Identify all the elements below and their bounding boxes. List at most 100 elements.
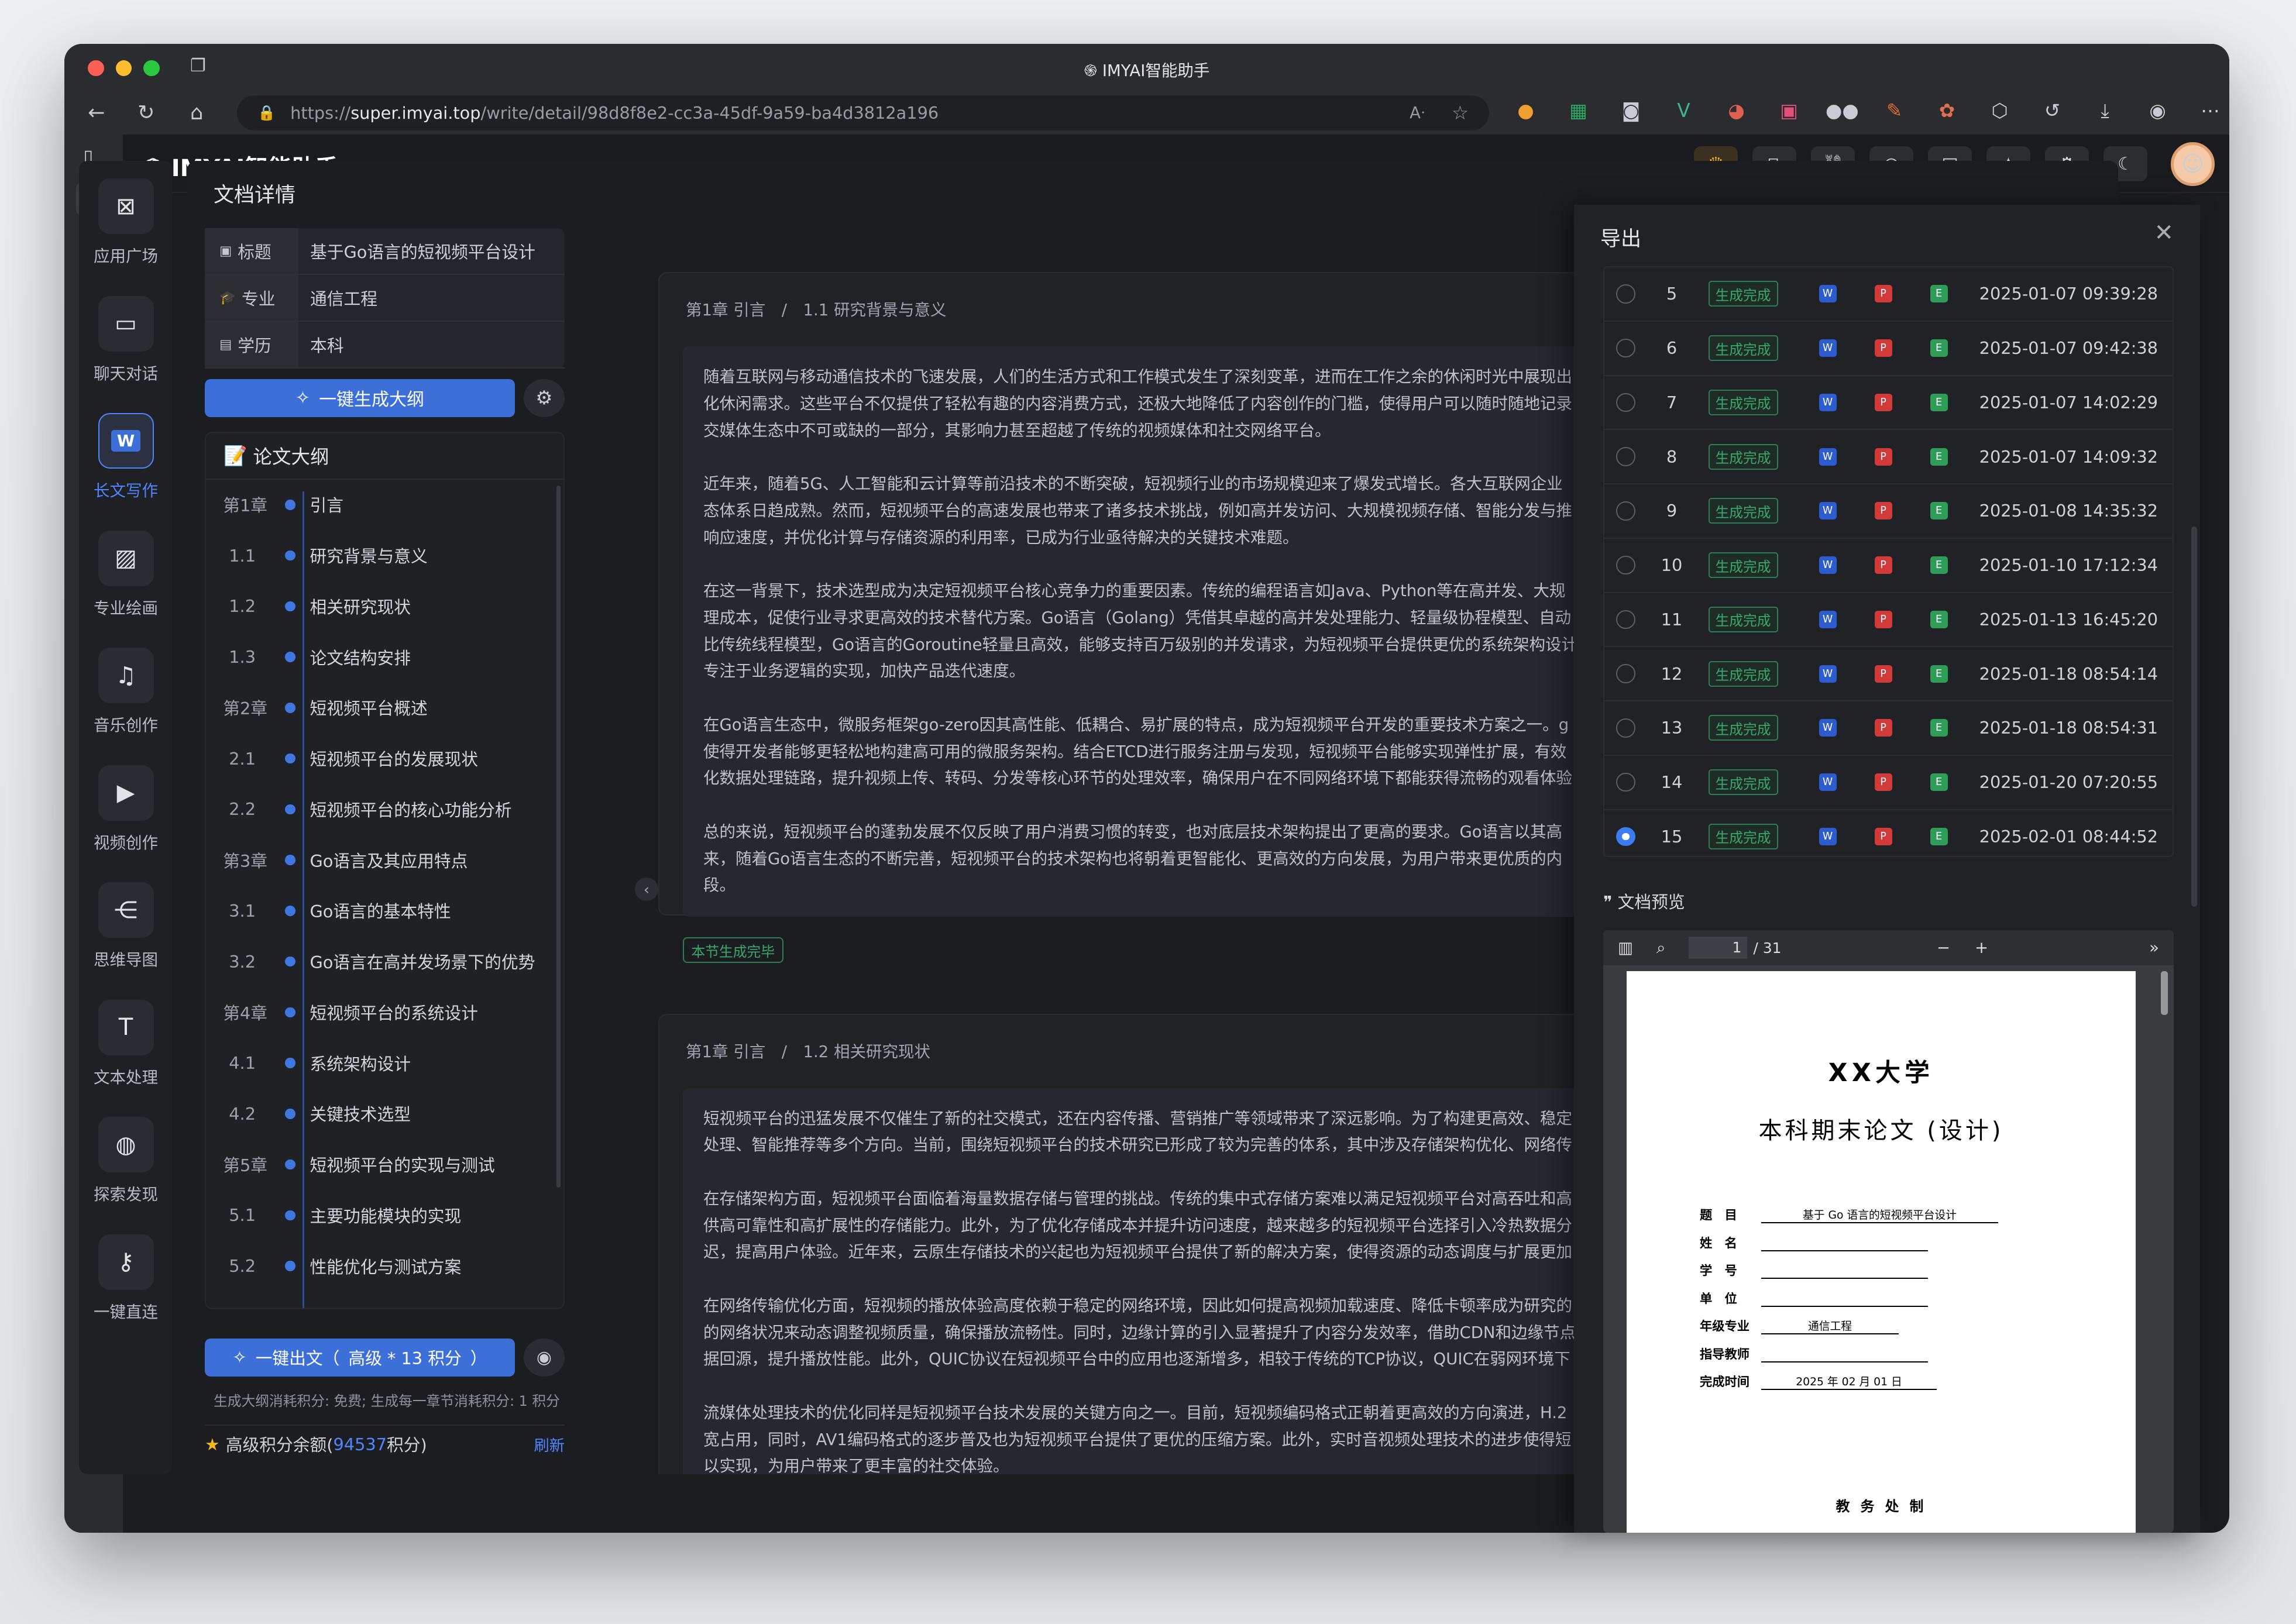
outline-item[interactable]: 3.2 Go语言在高并发场景下的优势 xyxy=(206,936,563,987)
outline-item[interactable]: 第1章 引言 xyxy=(206,480,563,531)
pdf-export-icon[interactable]: P xyxy=(1874,719,1892,737)
word-export-icon[interactable]: W xyxy=(1819,719,1837,737)
word-export-icon[interactable]: W xyxy=(1819,773,1837,792)
select-radio[interactable] xyxy=(1616,338,1635,358)
outline-item[interactable]: 第5章 短视频平台的实现与测试 xyxy=(206,1139,563,1190)
outline-item[interactable]: 2.1 短视频平台的发展现状 xyxy=(206,733,563,784)
select-radio[interactable] xyxy=(1616,827,1635,847)
pdf-export-icon[interactable]: P xyxy=(1874,502,1892,520)
extension-icon[interactable]: ◕ xyxy=(1720,99,1752,122)
extension-icon[interactable]: ● xyxy=(1510,99,1542,122)
page-number-input[interactable]: 1 xyxy=(1689,937,1748,959)
excel-export-icon[interactable]: E xyxy=(1930,339,1948,357)
excel-export-icon[interactable]: E xyxy=(1930,448,1948,466)
word-export-icon[interactable]: W xyxy=(1819,610,1837,628)
select-radio[interactable] xyxy=(1616,772,1635,792)
outline-item[interactable]: 第3章 Go语言及其应用特点 xyxy=(206,835,563,886)
drawer-scrollbar[interactable] xyxy=(2191,527,2197,907)
extension-icon[interactable]: V xyxy=(1668,99,1700,122)
word-export-icon[interactable]: W xyxy=(1819,285,1837,303)
extension-icon[interactable]: ◙ xyxy=(1615,99,1647,122)
outline-item[interactable]: 第4章 短视频平台的系统设计 xyxy=(206,987,563,1038)
select-radio[interactable] xyxy=(1616,664,1635,683)
select-radio[interactable] xyxy=(1616,555,1635,575)
select-radio[interactable] xyxy=(1616,447,1635,466)
more-icon[interactable]: ⋯ xyxy=(2194,99,2226,122)
excel-export-icon[interactable]: E xyxy=(1930,719,1948,737)
home-icon[interactable]: ⌂ xyxy=(190,101,203,125)
select-radio[interactable] xyxy=(1616,610,1635,629)
outline-settings-button[interactable]: ⚙ xyxy=(524,379,565,417)
nav-item-chat[interactable]: ▭ 聊天对话 xyxy=(79,295,173,384)
extension-icon[interactable]: ▦ xyxy=(1562,99,1594,122)
section-content[interactable]: 短视频平台的迅猛发展不仅催生了新的社交模式，还在内容传播、营销推广等领域带来了深… xyxy=(683,1088,1590,1474)
excel-export-icon[interactable]: E xyxy=(1930,393,1948,411)
word-export-icon[interactable]: W xyxy=(1819,502,1837,520)
outline-item[interactable]: 第2章 短视频平台概述 xyxy=(206,683,563,734)
nav-item-planet[interactable]: ◍ 探索发现 xyxy=(79,1117,173,1205)
read-aloud-icon[interactable]: Aᐧ xyxy=(1410,104,1425,122)
pdf-export-icon[interactable]: P xyxy=(1874,393,1892,411)
outline-item[interactable]: 4.1 系统架构设计 xyxy=(206,1038,563,1089)
favorite-star-icon[interactable]: ☆ xyxy=(1452,102,1469,124)
extension-icon[interactable]: ●● xyxy=(1826,99,1859,122)
collapse-outline-button[interactable]: ‹ xyxy=(635,878,658,901)
excel-export-icon[interactable]: E xyxy=(1930,610,1948,628)
extension-icon[interactable]: ✿ xyxy=(1931,99,1963,122)
pdf-export-icon[interactable]: P xyxy=(1874,556,1892,574)
nav-item-image[interactable]: ▨ 专业绘画 xyxy=(79,530,173,618)
outline-item[interactable]: 1.1 研究背景与意义 xyxy=(206,530,563,581)
select-radio[interactable] xyxy=(1616,393,1635,412)
generate-outline-button[interactable]: ✧ 一键生成大纲 xyxy=(205,379,515,417)
zoom-out-icon[interactable]: − xyxy=(1937,938,1950,957)
back-icon[interactable]: ← xyxy=(88,101,105,125)
excel-export-icon[interactable]: E xyxy=(1930,827,1948,845)
nav-item-link[interactable]: ⚷ 一键直连 xyxy=(79,1234,173,1322)
select-radio[interactable] xyxy=(1616,718,1635,738)
article-extra-button[interactable]: ◉ xyxy=(524,1338,565,1377)
word-export-icon[interactable]: W xyxy=(1819,665,1837,683)
select-radio[interactable] xyxy=(1616,501,1635,521)
pdf-export-icon[interactable]: P xyxy=(1874,448,1892,466)
generate-article-button[interactable]: ✧ 一键出文（ 高级 * 13 积分 ） xyxy=(205,1338,515,1377)
search-icon[interactable]: ⌕ xyxy=(1656,938,1665,958)
excel-export-icon[interactable]: E xyxy=(1930,502,1948,520)
pdf-export-icon[interactable]: P xyxy=(1874,610,1892,628)
excel-export-icon[interactable]: E xyxy=(1930,285,1948,303)
extension-icon[interactable]: ▣ xyxy=(1773,99,1805,122)
pdf-export-icon[interactable]: P xyxy=(1874,773,1892,792)
more-tools-icon[interactable]: » xyxy=(2149,938,2159,957)
reload-icon[interactable]: ↻ xyxy=(138,101,154,125)
outline-item[interactable]: 1.3 论文结构安排 xyxy=(206,632,563,683)
pdf-export-icon[interactable]: P xyxy=(1874,827,1892,845)
nav-item-music[interactable]: ♫ 音乐创作 xyxy=(79,648,173,735)
outline-scrollbar[interactable] xyxy=(556,485,561,1188)
history-icon[interactable]: ↺ xyxy=(2036,99,2068,122)
user-avatar[interactable]: ☺ xyxy=(2171,142,2215,186)
word-export-icon[interactable]: W xyxy=(1819,556,1837,574)
excel-export-icon[interactable]: E xyxy=(1930,773,1948,792)
nav-item-word-doc[interactable]: W 长文写作 xyxy=(79,413,173,501)
word-export-icon[interactable]: W xyxy=(1819,339,1837,357)
word-export-icon[interactable]: W xyxy=(1819,827,1837,845)
pdf-scrollbar[interactable] xyxy=(2160,971,2168,1015)
outline-item[interactable]: 5.1 主要功能模块的实现 xyxy=(206,1190,563,1241)
profile-icon[interactable]: ◉ xyxy=(2142,99,2174,122)
select-radio[interactable] xyxy=(1616,284,1635,304)
nav-item-mindmap[interactable]: ⋲ 思维导图 xyxy=(79,882,173,970)
extension-icon[interactable]: ✎ xyxy=(1878,99,1910,122)
extension-icon[interactable]: ⬡ xyxy=(1984,99,2016,122)
pdf-export-icon[interactable]: P xyxy=(1874,665,1892,683)
outline-item[interactable]: 1.2 相关研究现状 xyxy=(206,581,563,632)
refresh-link[interactable]: 刷新 xyxy=(534,1433,565,1456)
outline-item[interactable]: 3.1 Go语言的基本特性 xyxy=(206,886,563,937)
nav-item-text[interactable]: T 文本处理 xyxy=(79,999,173,1088)
zoom-in-icon[interactable]: + xyxy=(1975,938,1988,957)
close-icon[interactable]: ✕ xyxy=(2154,219,2174,246)
nav-item-app-square[interactable]: ⊠ 应用广场 xyxy=(79,178,173,266)
pdf-export-icon[interactable]: P xyxy=(1874,339,1892,357)
outline-item[interactable]: 5.2 性能优化与测试方案 xyxy=(206,1241,563,1292)
word-export-icon[interactable]: W xyxy=(1819,393,1837,411)
excel-export-icon[interactable]: E xyxy=(1930,665,1948,683)
sidebar-toggle-icon[interactable]: ▥ xyxy=(1618,938,1633,957)
